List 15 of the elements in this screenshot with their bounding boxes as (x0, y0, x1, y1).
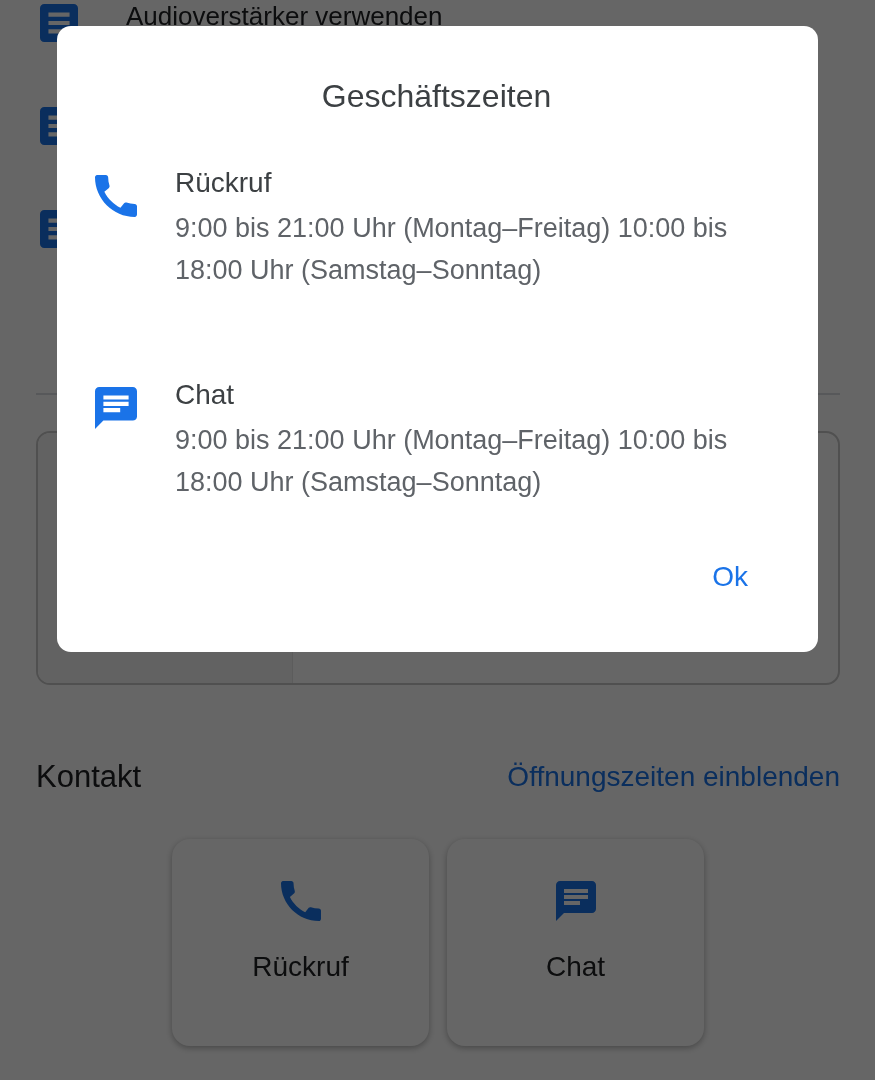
phone-icon (280, 881, 321, 921)
ok-button[interactable]: Ok (704, 557, 756, 597)
entry-hours: 9:00 bis 21:00 Uhr (Montag–Freitag) 10:00 bis 18:00 Uhr (Samstag–Sonntag) (175, 212, 729, 287)
entry-title: Chat (175, 379, 236, 411)
section-title: Kontakt (36, 759, 142, 795)
list-item-label: Audioverstärker verwenden (125, 2, 443, 30)
phone-icon (95, 175, 137, 217)
opening-hours-link[interactable]: Öffnungszeiten einblenden (507, 761, 840, 793)
contact-option-button[interactable]: Chat (447, 839, 704, 1046)
entry-title: Rückruf (175, 167, 273, 199)
chat-icon (95, 387, 137, 429)
chat-icon (555, 881, 596, 921)
dialog-title: Geschäftszeiten (320, 78, 553, 115)
contact-option-button[interactable]: Rückruf (172, 839, 429, 1046)
entry-hours: 9:00 bis 21:00 Uhr (Montag–Freitag) 10:00 bis 18:00 Uhr (Samstag–Sonntag) (175, 424, 729, 499)
